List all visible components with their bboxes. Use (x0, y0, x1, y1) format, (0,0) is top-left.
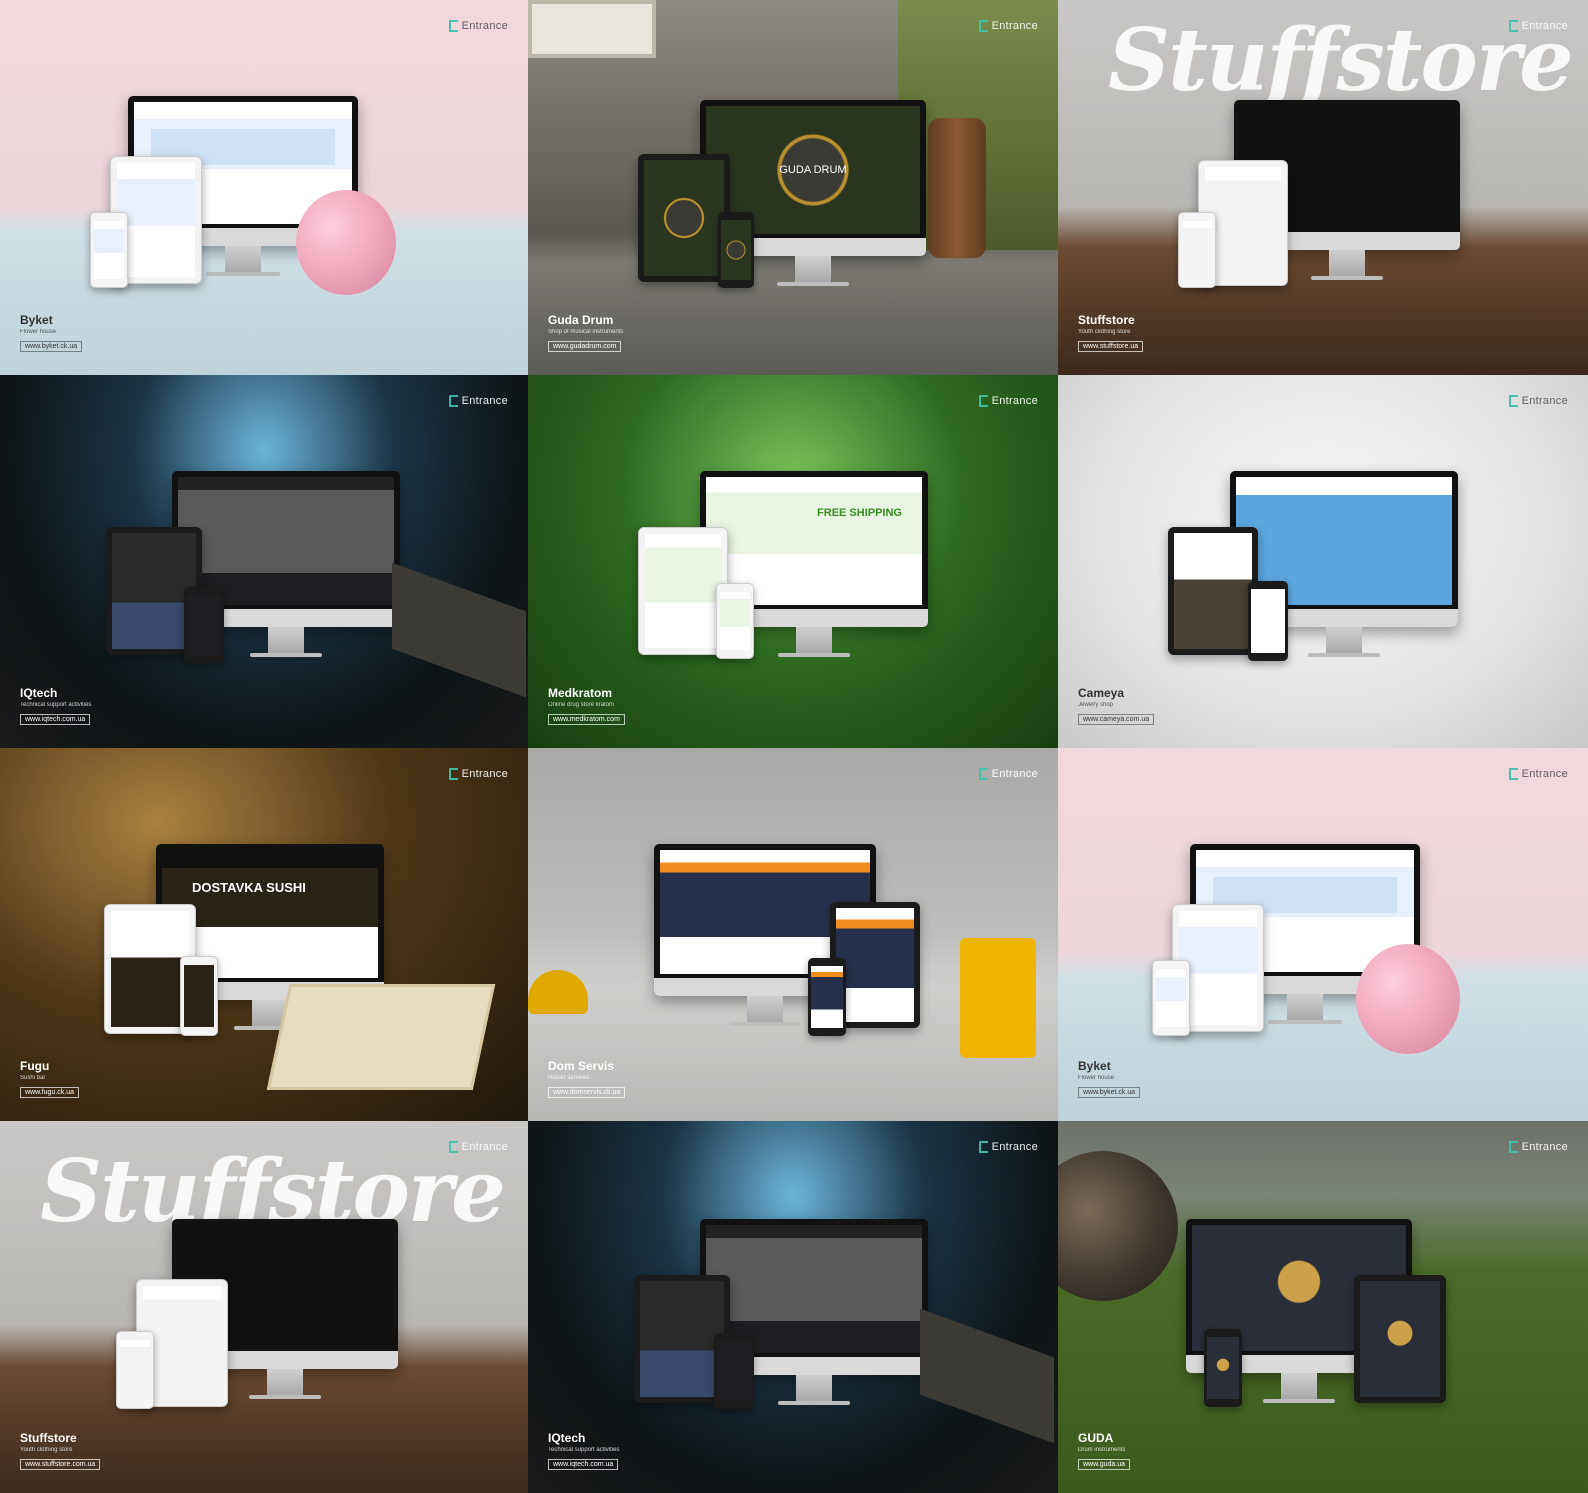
phone-mockup (718, 212, 754, 288)
entrance-bracket-icon (1508, 395, 1518, 407)
tile-stuffstore[interactable]: Stuffstore Entrance Stuffstore Youth clo… (1058, 0, 1588, 375)
barrel-decor (928, 118, 986, 258)
tile-iqtech-2[interactable]: Entrance IQtech Technical support activi… (528, 1121, 1058, 1493)
entrance-logo: Entrance (448, 768, 508, 780)
tile-caption: IQtech Technical support activities www.… (548, 1431, 620, 1470)
tile-medkratom[interactable]: Entrance FREE SHIPPING Medkratom Online … (528, 375, 1058, 748)
tile-caption: Stuffstore Youth clothing store www.stuf… (20, 1431, 101, 1471)
tile-caption: Guda Drum Shop of musical instruments ww… (548, 313, 624, 352)
phone-mockup (1248, 581, 1288, 661)
tile-caption: IQtech Technical support activities www.… (20, 686, 92, 725)
entrance-logo: Entrance (1508, 768, 1568, 780)
entrance-logo: Entrance (978, 768, 1038, 780)
entrance-bracket-icon (978, 20, 988, 32)
stuffstore-logo: Stuffstore (1108, 10, 1574, 111)
helmet-decor (528, 970, 588, 1014)
entrance-bracket-icon (978, 768, 988, 780)
phone-mockup (184, 587, 224, 663)
tile-caption: Stuffstore Youth clothing store www.stuf… (1078, 313, 1144, 353)
tile-caption: GUDA Drum instruments www.guda.ua (1078, 1431, 1131, 1471)
entrance-bracket-icon (448, 20, 458, 32)
entrance-bracket-icon (1508, 20, 1518, 32)
entrance-bracket-icon (448, 1141, 458, 1153)
phone-mockup (116, 1331, 154, 1409)
bouquet-decor (1356, 944, 1460, 1054)
bouquet-decor (296, 190, 396, 295)
entrance-bracket-icon (978, 395, 988, 407)
window-decor (528, 0, 656, 58)
tablet-mockup (1168, 527, 1258, 655)
phone-mockup (714, 1333, 754, 1409)
phone-mockup (808, 958, 846, 1036)
tile-caption: Dom Servis Repair services www.domservis… (548, 1059, 626, 1099)
drill-decor (960, 938, 1036, 1058)
tile-stuffstore-2[interactable]: Stuffstore Entrance Stuffstore Youth clo… (0, 1121, 528, 1493)
entrance-bracket-icon (978, 1141, 988, 1153)
tile-guda[interactable]: Entrance GUDA Drum instruments www.guda.… (1058, 1121, 1588, 1493)
tile-caption: Medkratom Online drug store kratom www.m… (548, 686, 625, 726)
tile-guda-drum[interactable]: Entrance GUDA DRUM Guda Drum Shop of mus… (528, 0, 1058, 375)
tile-caption: Byket Flower house www.byket.ck.ua (1078, 1059, 1141, 1099)
phone-mockup (1204, 1329, 1242, 1407)
entrance-bracket-icon (448, 395, 458, 407)
tile-caption: Cameya Jewelry shop www.cameya.com.ua (1078, 686, 1155, 726)
mixer-decor (392, 562, 526, 698)
tile-byket-2[interactable]: Entrance Byket Flower house www.byket.ck… (1058, 748, 1588, 1121)
entrance-logo: Entrance (978, 1141, 1038, 1153)
tile-byket[interactable]: Entrance Byket Flower house www.byket.ck… (0, 0, 528, 375)
tablet-mockup (1354, 1275, 1446, 1403)
sushi-box-decor (266, 984, 496, 1090)
portfolio-grid: Entrance Byket Flower house www.byket.ck… (0, 0, 1588, 1493)
entrance-bracket-icon (1508, 768, 1518, 780)
entrance-logo: Entrance (1508, 395, 1568, 407)
tile-caption: Fugu Sushi bar www.fugu.ck.ua (20, 1059, 80, 1099)
tile-iqtech[interactable]: Entrance IQtech Technical support activi… (0, 375, 528, 748)
phone-mockup (180, 956, 218, 1036)
phone-mockup (90, 212, 128, 288)
mixer-decor (920, 1308, 1054, 1444)
entrance-logo: Entrance (448, 1141, 508, 1153)
entrance-bracket-icon (448, 768, 458, 780)
entrance-logo: Entrance (1508, 20, 1568, 32)
entrance-logo: Entrance (1508, 1141, 1568, 1153)
tile-dom-servis[interactable]: Entrance Dom Servis Repair services www.… (528, 748, 1058, 1121)
phone-mockup (1178, 212, 1216, 288)
tablet-mockup (638, 154, 730, 282)
tile-fugu[interactable]: Entrance DOSTAVKA SUSHI Fugu Sushi bar w… (0, 748, 528, 1121)
phone-mockup (716, 583, 754, 659)
entrance-logo: Entrance (448, 20, 508, 32)
tablet-mockup (638, 527, 728, 655)
tile-caption: Byket Flower house www.byket.ck.ua (20, 313, 83, 353)
entrance-logo: Entrance (448, 395, 508, 407)
phone-mockup (1152, 960, 1190, 1036)
tile-cameya[interactable]: Entrance Cameya Jewelry shop www.cameya.… (1058, 375, 1588, 748)
entrance-logo: Entrance (978, 20, 1038, 32)
entrance-bracket-icon (1508, 1141, 1518, 1153)
entrance-logo: Entrance (978, 395, 1038, 407)
drum-decor (1058, 1151, 1178, 1301)
